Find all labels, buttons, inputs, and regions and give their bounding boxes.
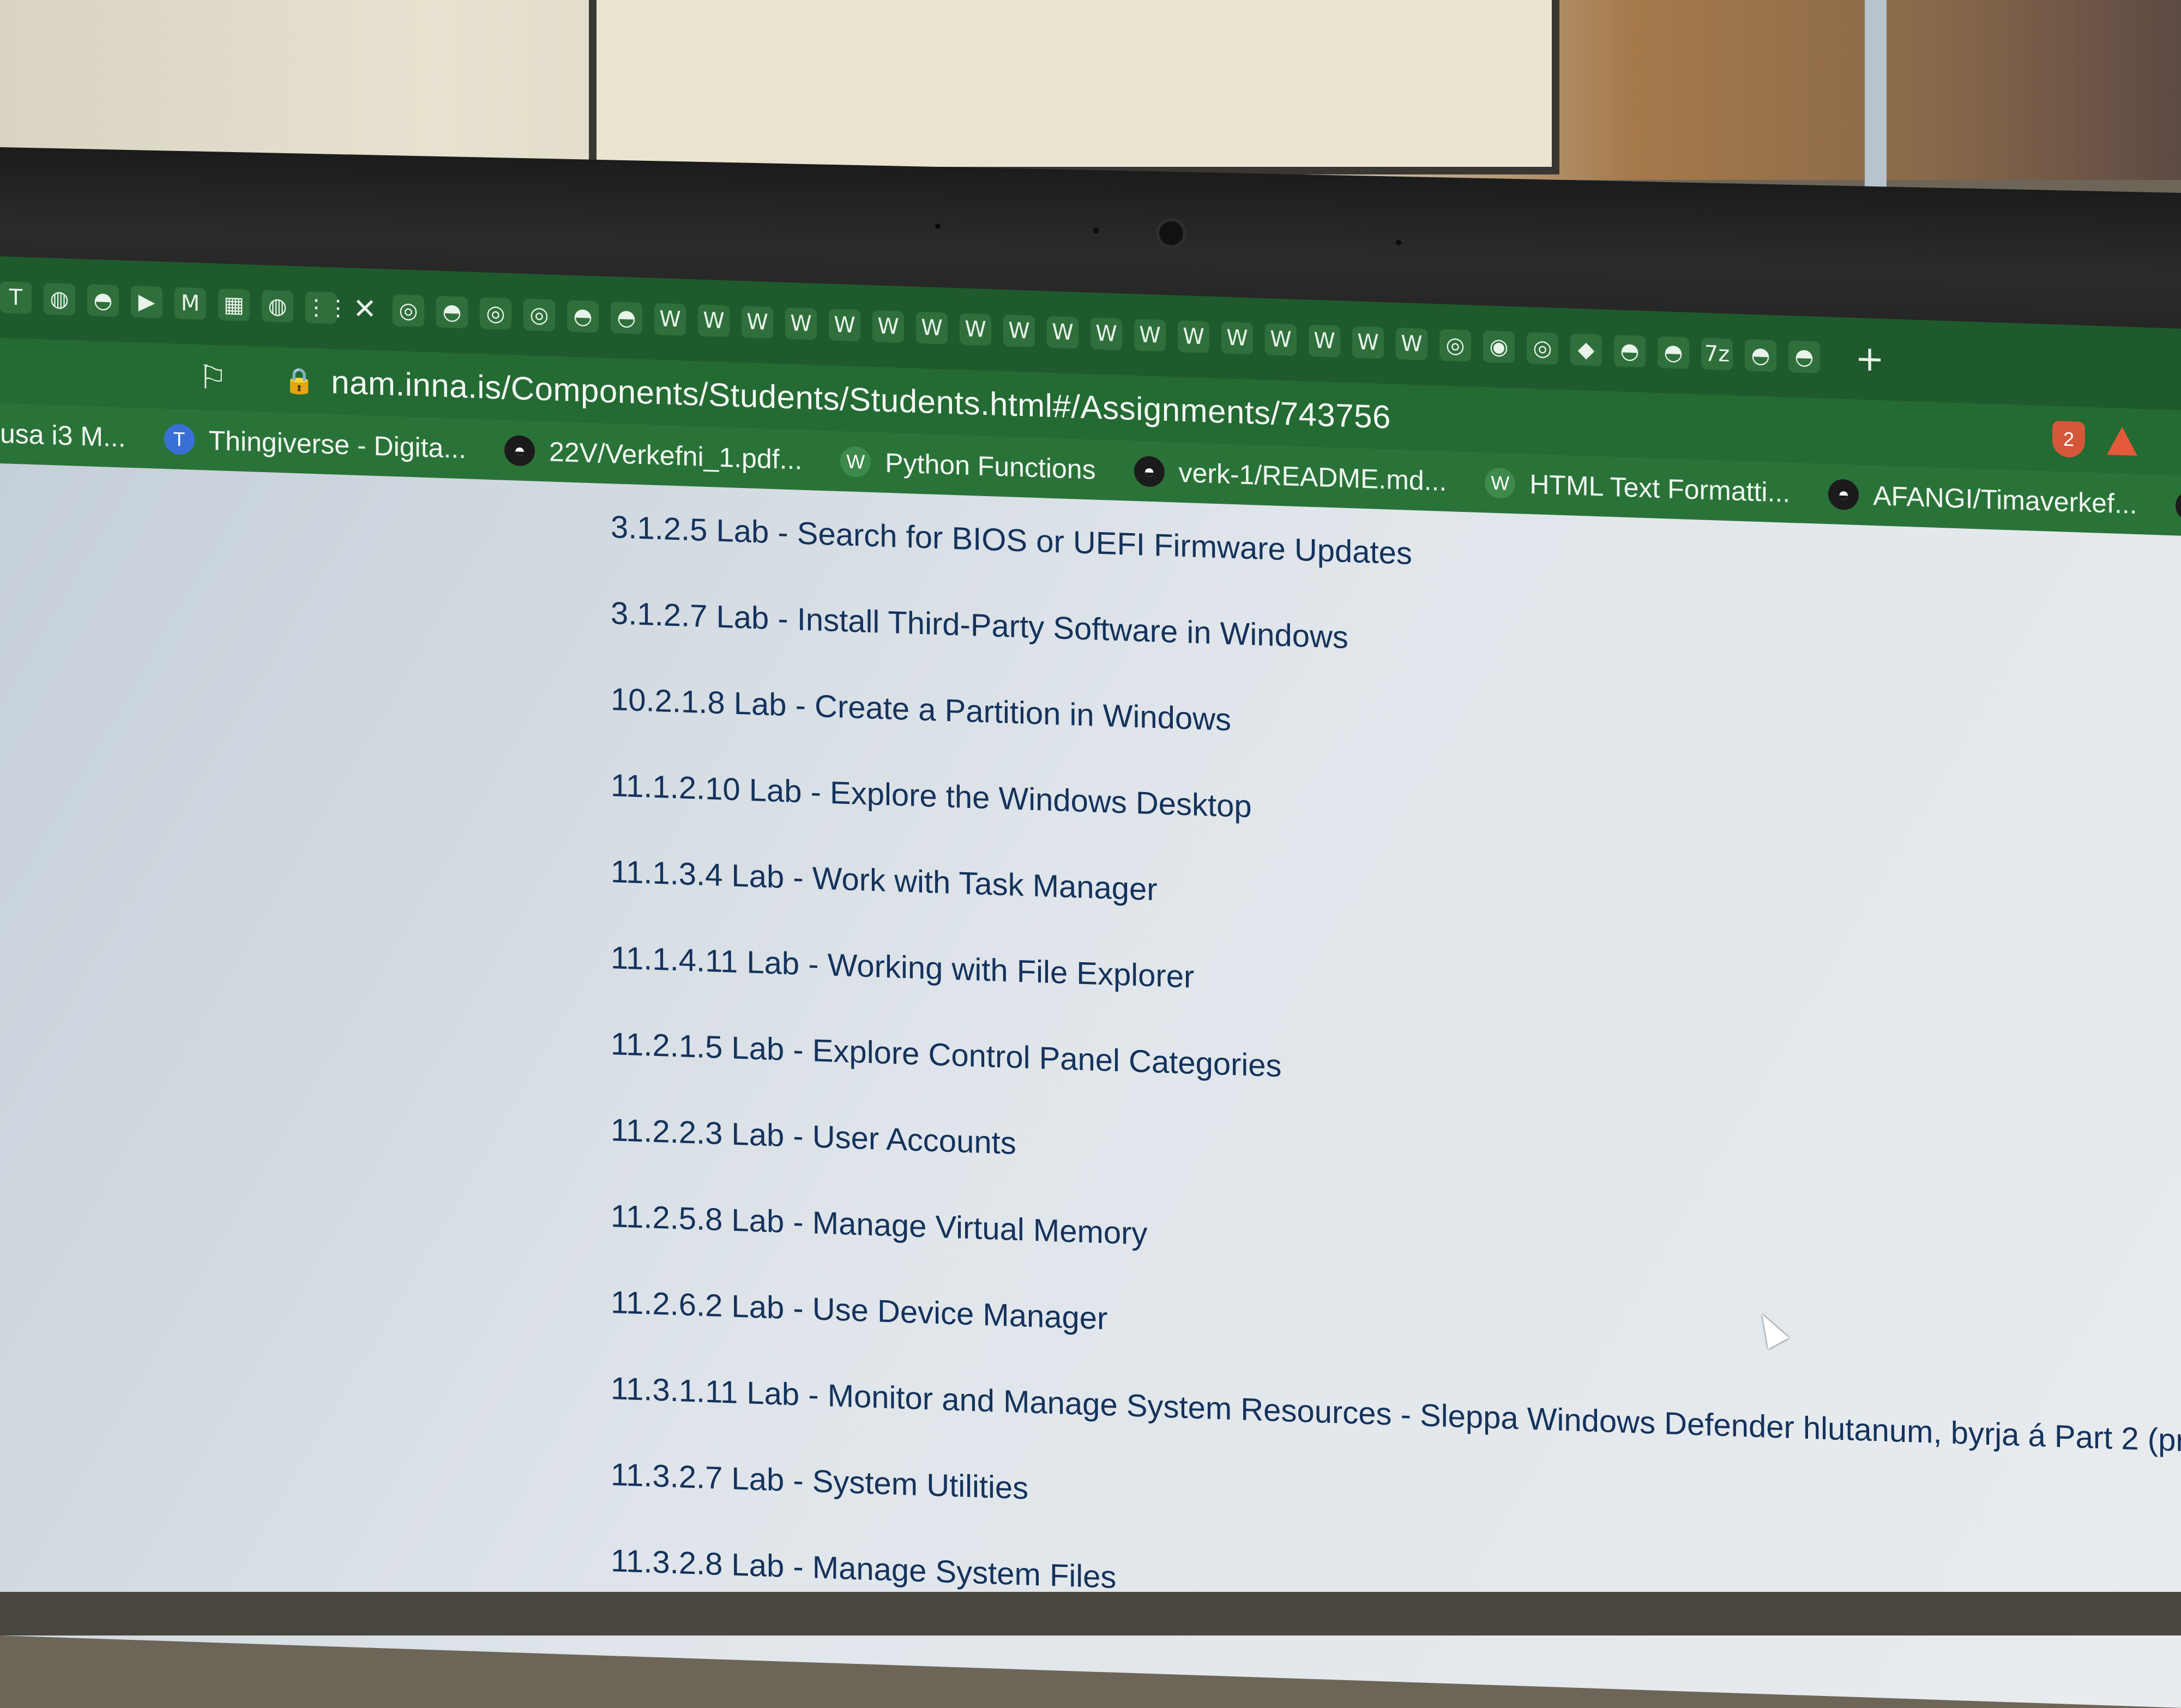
tab-favicon-icon[interactable]: ◓ [1658,336,1689,369]
bookmark-item[interactable]: usa i3 M... [0,418,126,454]
bookmark-favicon-icon: W [840,446,871,478]
bookmark-favicon-icon: ◓ [1134,455,1165,487]
bookmark-label: Thingiverse - Digita... [208,425,467,464]
tab-favicon-icon[interactable]: M [174,287,206,320]
brave-rewards-icon[interactable] [2107,426,2137,456]
screen-bottom-edge [0,1592,2181,1635]
bezel-sensor [1093,228,1099,233]
bookmark-favicon-icon: ◓ [504,434,535,467]
tab-favicon-icon[interactable]: ◍ [44,282,75,316]
tab-favicon-icon[interactable]: ▶ [131,285,162,318]
brave-shield-icon[interactable]: 2 [2052,420,2085,458]
bookmark-item[interactable]: T Thingiverse - Digita... [164,423,466,464]
tab-favicon-icon[interactable]: ◎ [523,298,555,331]
bezel-sensor [935,224,941,229]
tab-favicon-icon[interactable]: ▦ [218,288,250,322]
tab-favicon-icon[interactable]: ◓ [1745,339,1776,372]
tab-favicon-icon[interactable]: W [1265,323,1297,356]
brave-extensions: 2 [2052,420,2137,460]
tab-favicon-icon[interactable]: ◍ [262,289,293,323]
tab-favicon-icon[interactable]: ◓ [1614,335,1646,368]
bookmark-favicon-icon: W [1485,467,1516,499]
tab-favicon-icon[interactable]: ◎ [393,294,424,327]
bookmark-label: usa i3 M... [0,418,126,453]
tab-favicon-icon[interactable]: ◉ [1483,330,1515,364]
tab-favicon-icon[interactable]: ◓ [567,300,599,333]
bookmark-favicon-icon: ▥ [2175,490,2181,522]
tab-favicon-icon[interactable]: W [1352,326,1384,359]
tab-favicon-icon[interactable]: W [960,313,991,346]
tab-favicon-icon[interactable]: ⋮⋮ [305,291,349,324]
tab-favicon-icon[interactable]: W [872,310,904,343]
tab-favicon-icon[interactable]: ◎ [1439,329,1471,362]
tab-favicon-icon[interactable]: W [1309,324,1340,358]
tab-favicon-icon[interactable]: W [1047,316,1079,349]
pillar [1865,0,1887,213]
bookmark-favicon-icon: T [164,423,195,455]
bookmark-label: HTML Text Formatti... [1529,469,1791,508]
tab-favicon-icon[interactable]: W [1178,320,1209,353]
bookmark-item[interactable]: ◓ verk-1/README.md... [1134,455,1447,497]
tab-favicon-icon[interactable]: ◓ [436,295,468,329]
bezel-sensor [1396,240,1401,245]
tab-favicon-icon[interactable]: W [1090,317,1122,351]
bookmark-icon[interactable]: ⚐ [191,355,234,401]
tab-favicon-icon[interactable]: ◎ [480,297,511,330]
laptop-screen: T ◍ ◓ ▶ M ▦ ◍ ⋮⋮ ✕ ◎ ◓ ◎ ◎ ◓ ◓ W W W W W W W W W W W W W W W W W W ◎ ◉ ◎ ◆ ◓ ◓… [0,256,2181,1708]
bookmark-label: AFANGI/Timaverkef... [1873,480,2137,520]
tab-favicon-icon[interactable]: W [916,311,948,345]
new-tab-icon[interactable]: + [1854,339,1885,380]
webcam-icon [1156,218,1186,249]
tab-favicon-icon[interactable]: W [785,307,817,340]
bookmark-label: 22V/Verkefni_1.pdf... [549,436,803,475]
tab-favicon-icon[interactable]: W [1003,315,1035,347]
tab-favicon-icon[interactable]: W [742,306,773,339]
bookmark-item[interactable]: W HTML Text Formatti... [1485,467,1790,509]
tab-favicon-icon[interactable]: ◓ [87,284,119,317]
tab-favicon-icon[interactable]: W [1396,327,1427,360]
tab-favicon-icon[interactable]: ◎ [1527,331,1558,365]
close-tab-icon[interactable]: ✕ [349,292,381,325]
tab-favicon-icon[interactable]: ◆ [1570,333,1602,366]
lock-icon[interactable]: 🔒 [284,365,315,396]
bookmark-item[interactable]: ▥Waybac [2175,490,2181,526]
bookmark-item[interactable]: ◓ 22V/Verkefni_1.pdf... [504,434,802,476]
bookmark-item[interactable]: ◓ AFANGI/Timaverkef... [1828,478,2137,520]
tab-favicon-icon[interactable]: T [0,281,32,314]
bookmark-favicon-icon: ◓ [1828,479,1859,511]
assignment-list: 3.1.2.5 Lab - Search for BIOS or UEFI Fi… [611,505,2181,1682]
tab-favicon-icon[interactable]: W [1221,322,1253,355]
tab-favicon-icon[interactable]: W [1134,319,1166,352]
page-content: 3.1.2.5 Lab - Search for BIOS or UEFI Fi… [0,463,2181,1708]
tab-favicon-icon[interactable]: 7z [1701,337,1733,371]
bookmark-label: Python Functions [885,447,1096,485]
tab-favicon-icon[interactable]: W [654,303,686,336]
tab-favicon-icon[interactable]: W [829,309,860,342]
bookmark-item[interactable]: W Python Functions [840,445,1096,486]
tab-favicon-icon[interactable]: ◓ [1788,340,1820,373]
projector-screen [589,0,1559,174]
brave-shield-count: 2 [2063,427,2075,451]
tab-favicon-icon[interactable]: W [698,304,730,337]
tab-favicon-icon[interactable]: ◓ [611,301,642,335]
bookmark-label: verk-1/README.md... [1178,457,1447,497]
